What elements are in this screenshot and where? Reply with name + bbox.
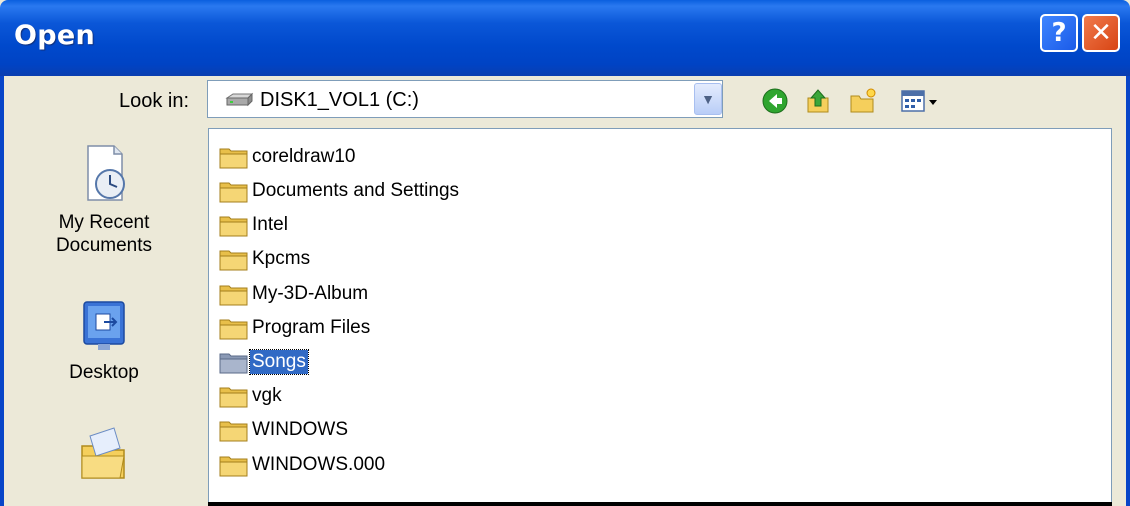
list-bottom-edge [208,502,1112,506]
my-documents-icon [74,427,134,488]
new-folder-icon[interactable] [848,86,878,116]
open-dialog: Open ? ✕ Look in: DISK1_VOL1 (C:) ▼ My R… [0,0,1130,506]
folder-icon [219,146,249,170]
file-name: vgk [252,385,282,406]
folder-icon [219,283,249,307]
look-in-label: Look in: [119,90,190,112]
folder-icon [219,351,249,375]
places-bar: My Recent Documents Desktop [4,120,204,506]
file-name: WINDOWS [252,419,349,440]
folder-icon [219,385,249,409]
close-button[interactable]: ✕ [1082,14,1120,52]
places-item-my-documents[interactable] [4,424,204,489]
file-name: coreldraw10 [252,146,356,167]
look-in-value: DISK1_VOL1 (C:) [260,89,419,111]
chevron-down-icon[interactable]: ▼ [694,83,722,115]
places-label-line1: My Recent [58,212,150,233]
back-icon[interactable] [760,86,790,116]
folder-icon [219,317,249,341]
file-name: WINDOWS.000 [252,454,386,475]
desktop-icon [74,301,134,360]
title-bar[interactable]: Open ? ✕ [0,0,1130,76]
hard-drive-icon [224,92,254,113]
file-name: Documents and Settings [252,180,460,201]
file-name: My-3D-Album [252,283,369,304]
file-list[interactable]: coreldraw10 Documents and Settings Intel… [208,128,1112,506]
places-label-line2: Documents [55,235,153,256]
folder-icon [219,454,249,478]
folder-icon [219,214,249,238]
file-name: Intel [252,214,288,235]
up-folder-icon[interactable] [804,86,834,116]
file-name: Program Files [252,317,371,338]
recent-documents-icon [74,145,134,210]
views-menu-icon[interactable] [898,86,948,116]
places-item-recent-documents[interactable]: My Recent Documents [4,142,204,257]
file-name: Kpcms [252,248,311,269]
folder-icon [219,419,249,443]
look-in-dropdown[interactable]: DISK1_VOL1 (C:) ▼ [207,80,723,118]
file-name: Songs [249,349,309,375]
places-label-desktop: Desktop [69,362,139,383]
window-border-right [1126,76,1130,506]
folder-icon [219,248,249,272]
help-button[interactable]: ? [1040,14,1078,52]
list-right-gutter [1112,128,1126,506]
dialog-title: Open [14,20,96,51]
folder-icon [219,180,249,204]
places-item-desktop[interactable]: Desktop [4,296,204,384]
